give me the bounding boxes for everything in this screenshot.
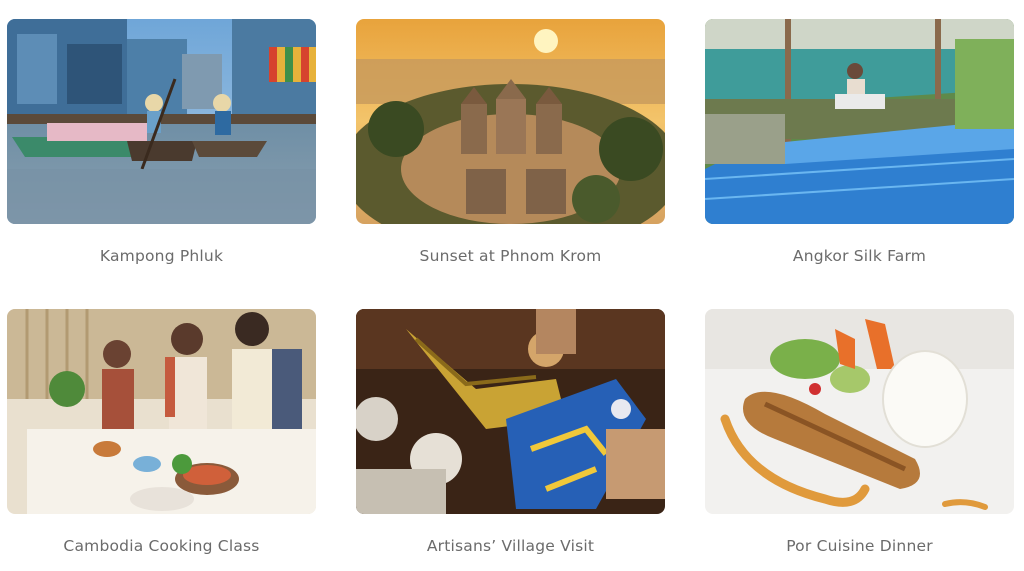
mask-painting-photo[interactable]	[356, 309, 665, 514]
tour-card-phnom-krom[interactable]: Sunset at Phnom Krom	[356, 19, 665, 265]
floating-village-photo[interactable]	[7, 19, 316, 224]
tour-card-kampong-phluk[interactable]: Kampong Phluk	[7, 19, 316, 265]
tour-title[interactable]: Sunset at Phnom Krom	[356, 247, 665, 265]
cooking-class-photo[interactable]	[7, 309, 316, 514]
tour-title[interactable]: Kampong Phluk	[7, 247, 316, 265]
tour-card-artisans-village[interactable]: Artisans’ Village Visit	[356, 309, 665, 555]
plated-dinner-photo[interactable]	[705, 309, 1014, 514]
tour-card-angkor-silk-farm[interactable]: Angkor Silk Farm	[705, 19, 1014, 265]
silk-weaving-photo[interactable]	[705, 19, 1014, 224]
tour-grid: Kampong Phluk Sunset at Phnom Krom Angko…	[0, 0, 1024, 571]
tour-card-cooking-class[interactable]: Cambodia Cooking Class	[7, 309, 316, 555]
tour-title[interactable]: Cambodia Cooking Class	[7, 537, 316, 555]
temple-sunset-photo[interactable]	[356, 19, 665, 224]
tour-title[interactable]: Angkor Silk Farm	[705, 247, 1014, 265]
tour-title[interactable]: Artisans’ Village Visit	[356, 537, 665, 555]
tour-title[interactable]: Por Cuisine Dinner	[705, 537, 1014, 555]
tour-card-por-cuisine[interactable]: Por Cuisine Dinner	[705, 309, 1014, 555]
